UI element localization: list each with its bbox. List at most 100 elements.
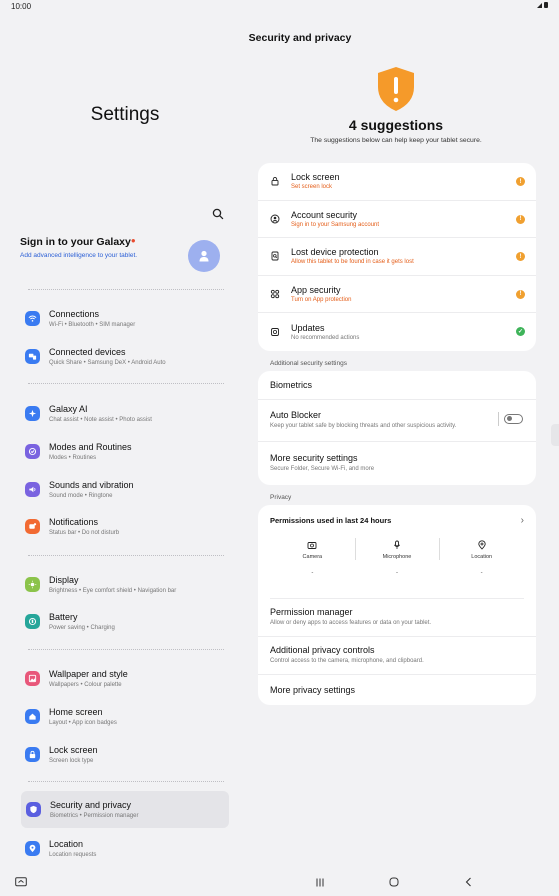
warning-badge-icon: ! (516, 214, 525, 224)
settings-item-galaxy-ai[interactable]: Galaxy AI Chat assist • Note assist • Pho… (20, 396, 228, 430)
location-pin-icon (478, 540, 486, 550)
find-device-icon (269, 250, 281, 262)
suggestion-account-security[interactable]: Account security Sign in to your Samsung … (258, 201, 536, 239)
divider (28, 649, 224, 650)
chevron-right-icon: › (520, 515, 524, 526)
suggestions-subtitle: The suggestions below can help keep your… (310, 137, 482, 144)
item-sub: Sound mode • Ringtone (49, 492, 113, 499)
settings-item-connections[interactable]: Connections Wi-Fi • Bluetooth • SIM manag… (20, 301, 228, 335)
additional-privacy-row[interactable]: Additional privacy controls Control acce… (258, 637, 536, 675)
item-label: Modes and Routines (49, 441, 132, 452)
row-sub: Control access to the camera, microphone… (270, 658, 424, 665)
settings-item-location[interactable]: Location Location requests (20, 831, 228, 865)
toggle-divider (498, 412, 499, 426)
edge-panel-handle[interactable] (551, 424, 559, 446)
item-label: Battery (49, 611, 78, 622)
suggestion-label: App security (291, 285, 341, 296)
suggestion-lock-screen[interactable]: Lock screen Set screen lock ! (258, 163, 536, 201)
permission-name: Location (471, 554, 493, 560)
taskbar-icon[interactable] (15, 877, 27, 887)
settings-item-connected-devices[interactable]: Connected devices Quick Share • Samsung D… (20, 339, 228, 373)
back-icon[interactable] (465, 877, 472, 887)
divider (28, 555, 224, 556)
more-security-row[interactable]: More security settings Secure Folder, Se… (258, 442, 536, 485)
settings-item-battery[interactable]: Battery Power saving • Charging (20, 604, 228, 638)
account-icon (269, 213, 281, 225)
permission-value: - (480, 570, 483, 576)
item-sub: Location requests (49, 851, 97, 858)
shield-icon (26, 802, 41, 817)
more-privacy-row[interactable]: More privacy settings (258, 675, 536, 705)
section-label-additional: Additional security settings (270, 360, 347, 367)
update-icon (269, 326, 281, 338)
row-label: Permissions used in last 24 hours (270, 515, 392, 525)
permission-location[interactable]: Location - (439, 535, 524, 598)
permission-manager-row[interactable]: Permission manager Allow or deny apps to… (258, 599, 536, 637)
settings-item-modes-routines[interactable]: Modes and Routines Modes • Routines (20, 434, 228, 468)
row-sub: Allow or deny apps to access features or… (270, 620, 432, 627)
suggestion-label: Lock screen (291, 172, 340, 183)
item-label: Display (49, 574, 79, 585)
lock-icon (269, 175, 281, 187)
settings-item-sounds-vibration[interactable]: Sounds and vibration Sound mode • Rington… (20, 472, 228, 506)
home-icon (25, 708, 40, 724)
settings-item-notifications[interactable]: Notifications Status bar • Do not disturb (20, 509, 228, 543)
item-sub: Brightness • Eye comfort shield • Naviga… (49, 587, 177, 594)
warning-badge-icon: ! (516, 177, 525, 186)
settings-item-wallpaper-style[interactable]: Wallpaper and style Wallpapers • Colour p… (20, 661, 228, 695)
item-sub: Wallpapers • Colour palette (49, 681, 122, 688)
suggestion-lost-device[interactable]: Lost device protection Allow this tablet … (258, 238, 536, 276)
permission-name: Microphone (382, 554, 412, 560)
status-icons (537, 2, 548, 8)
permission-microphone[interactable]: Microphone - (354, 535, 440, 598)
search-icon[interactable] (212, 208, 224, 220)
permission-usage: Camera - Microphone - Location - (270, 535, 524, 599)
suggestions-card: Lock screen Set screen lock ! Account sec… (258, 163, 536, 351)
suggestion-app-security[interactable]: App security Turn on App protection ! (258, 276, 536, 314)
shield-warning-icon (378, 67, 414, 111)
biometrics-row[interactable]: Biometrics (258, 371, 536, 400)
account-title: Sign in to your Galaxy (20, 236, 131, 248)
settings-item-lock-screen[interactable]: Lock screen Screen lock type (20, 737, 228, 771)
apps-icon (269, 288, 281, 300)
auto-blocker-row[interactable]: Auto Blocker Keep your tablet safe by bl… (258, 400, 536, 442)
routines-icon (25, 443, 40, 459)
suggestion-sub: Sign in to your Samsung account (291, 221, 380, 228)
warning-badge-icon: ! (516, 252, 525, 262)
item-label: Security and privacy (50, 800, 132, 810)
item-label: Lock screen (49, 744, 98, 755)
auto-blocker-toggle[interactable] (504, 414, 523, 424)
row-label: Biometrics (270, 380, 313, 390)
settings-item-security-privacy[interactable]: Security and privacy Biometrics • Permiss… (21, 791, 229, 828)
notification-dot: ● (130, 236, 136, 245)
home-button-icon[interactable] (389, 877, 399, 887)
navigation-bar (0, 866, 559, 896)
ai-sparkle-icon (25, 405, 40, 421)
status-time: 10:00 (11, 2, 32, 11)
item-sub: Modes • Routines (49, 454, 97, 461)
settings-item-display[interactable]: Display Brightness • Eye comfort shield •… (20, 567, 228, 601)
item-sub: Layout • App icon badges (49, 719, 117, 726)
permissions-used-row[interactable]: Permissions used in last 24 hours › (258, 505, 536, 535)
person-icon (199, 250, 209, 262)
avatar[interactable] (188, 240, 220, 272)
wallpaper-icon (25, 670, 40, 686)
permission-camera[interactable]: Camera - (270, 535, 355, 598)
row-label: Additional privacy controls (270, 645, 375, 656)
row-label: Auto Blocker (270, 410, 322, 421)
item-sub: Biometrics • Permission manager (50, 813, 139, 819)
check-badge-icon: ✓ (516, 327, 525, 337)
section-label-privacy: Privacy (270, 494, 292, 501)
item-label: Connected devices (49, 346, 126, 357)
item-label: Sounds and vibration (49, 479, 134, 490)
suggestion-updates[interactable]: Updates No recommended actions ✓ (258, 313, 536, 351)
warning-badge-icon: ! (516, 289, 525, 299)
suggestion-label: Account security (291, 209, 358, 220)
settings-title: Settings (90, 104, 160, 125)
recent-apps-icon[interactable] (315, 878, 325, 887)
settings-item-home-screen[interactable]: Home screen Layout • App icon badges (20, 699, 228, 733)
microphone-icon (393, 540, 401, 549)
suggestions-title: 4 suggestions (348, 117, 444, 133)
signal-icon (537, 3, 542, 8)
divider (28, 781, 224, 782)
